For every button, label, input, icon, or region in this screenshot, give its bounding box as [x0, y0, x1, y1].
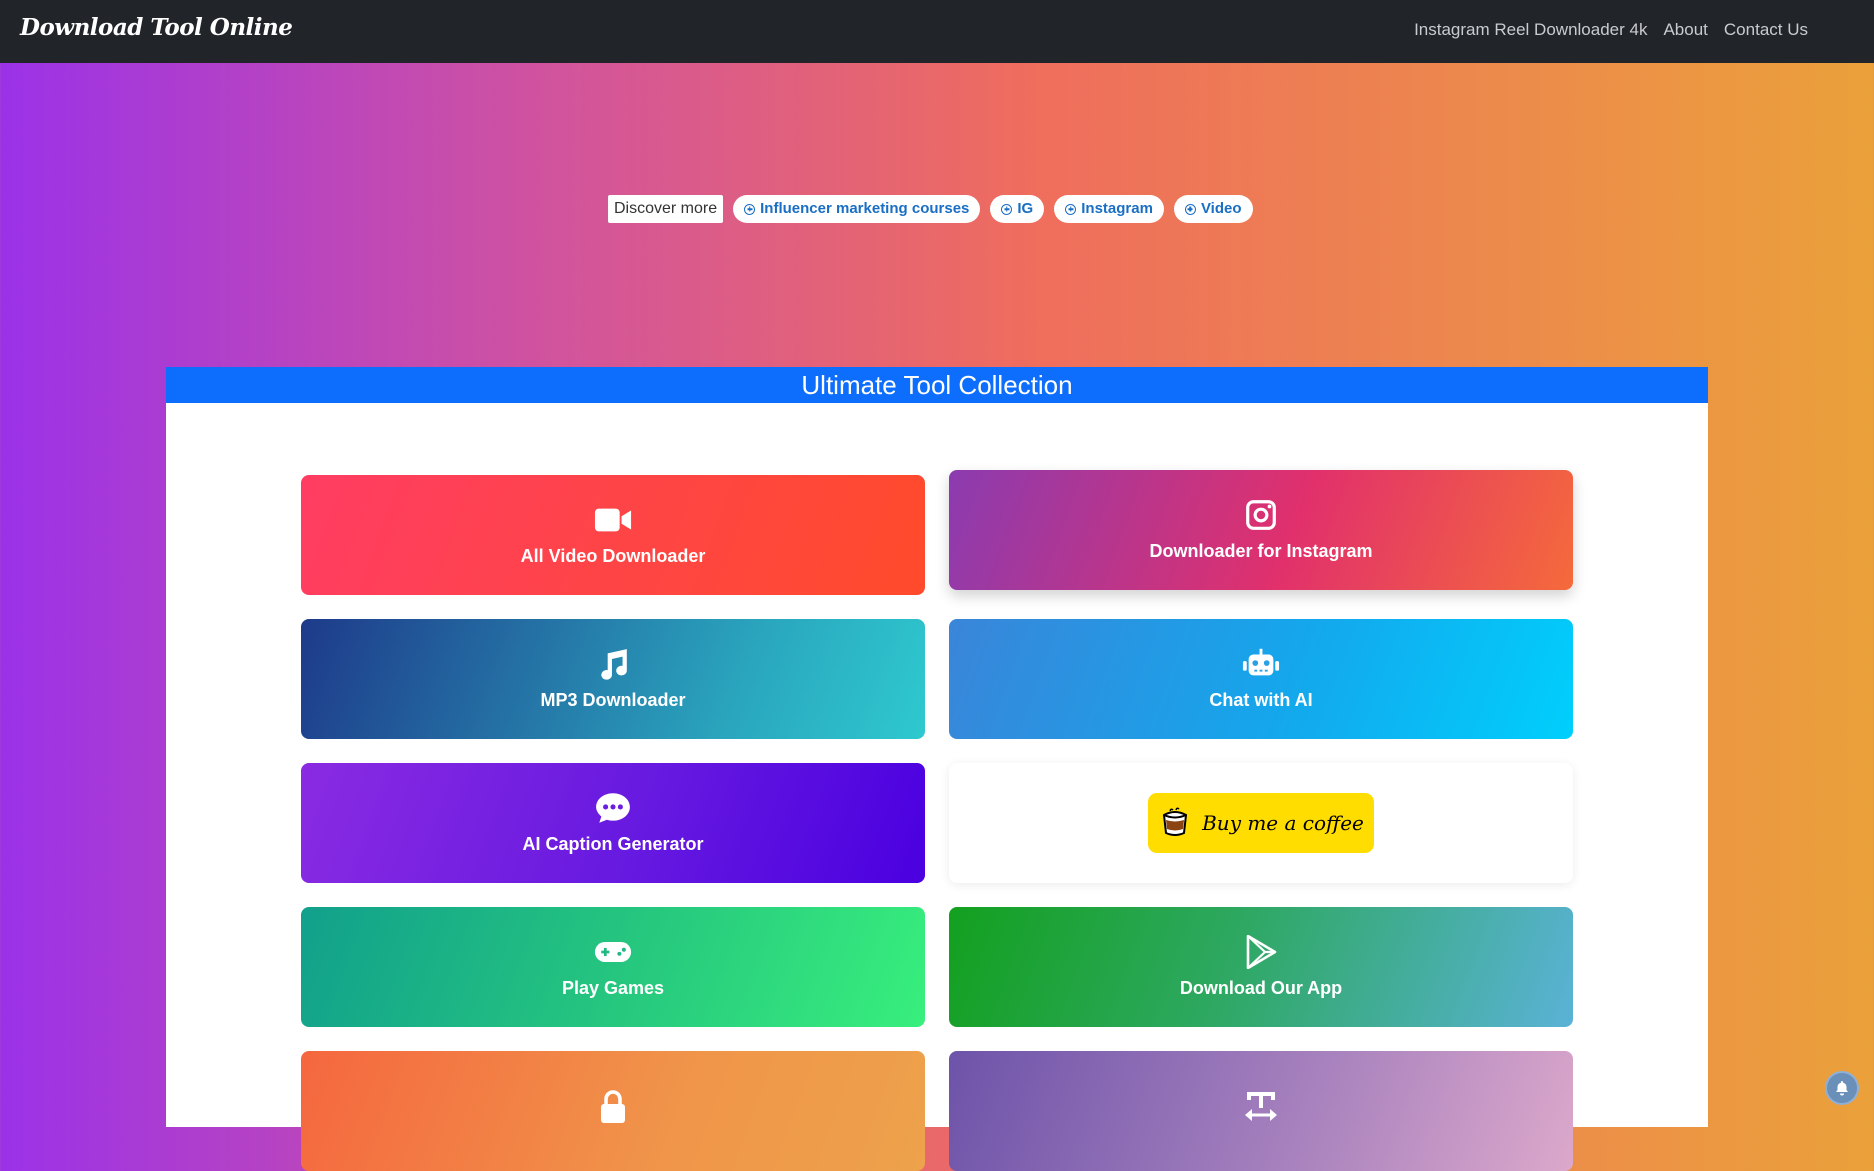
brand-logo[interactable]: Download Tool Online	[20, 14, 293, 41]
top-navbar: Download Tool Online Instagram Reel Down…	[0, 0, 1874, 63]
card-chat-with-ai[interactable]: Chat with AI	[949, 619, 1573, 739]
chip-ig[interactable]: IG	[990, 195, 1045, 223]
nav-link-reel-downloader[interactable]: Instagram Reel Downloader 4k	[1414, 20, 1647, 40]
text-width-icon	[1245, 1091, 1277, 1121]
card-text-tool[interactable]	[949, 1051, 1573, 1171]
buy-me-a-coffee-button[interactable]: Buy me a coffee	[1148, 793, 1374, 853]
panel-title: Ultimate Tool Collection	[166, 367, 1708, 403]
card-label: MP3 Downloader	[540, 690, 686, 710]
music-note-icon	[601, 649, 627, 680]
robot-icon	[1242, 648, 1280, 676]
chip-influencer-courses[interactable]: Influencer marketing courses	[733, 195, 981, 223]
plus-circle-icon	[1184, 203, 1196, 215]
chip-label: Video	[1200, 200, 1242, 217]
gamepad-icon	[594, 942, 632, 962]
card-all-video-downloader[interactable]: All Video Downloader	[301, 475, 925, 595]
plus-circle-icon	[744, 203, 756, 215]
notification-bell-button[interactable]	[1825, 1071, 1859, 1105]
lock-icon	[601, 1089, 625, 1123]
card-instagram-downloader[interactable]: Downloader for Instagram	[949, 470, 1573, 590]
card-label: Play Games	[561, 978, 665, 998]
chip-label: IG	[1017, 200, 1034, 217]
instagram-icon	[1246, 500, 1276, 530]
card-mp3-downloader[interactable]: MP3 Downloader	[301, 619, 925, 739]
video-camera-icon	[594, 508, 632, 532]
card-label: AI Caption Generator	[522, 834, 704, 854]
plus-circle-icon	[1065, 203, 1077, 215]
chip-label: Influencer marketing courses	[760, 200, 970, 217]
chat-bubble-icon	[596, 793, 630, 823]
nav-link-about[interactable]: About	[1663, 20, 1707, 40]
coffee-cup-icon	[1163, 807, 1188, 836]
chip-video[interactable]: Video	[1173, 195, 1253, 223]
chip-instagram[interactable]: Instagram	[1054, 195, 1164, 223]
discover-more-label: Discover more	[608, 195, 724, 223]
card-buy-me-a-coffee: Buy me a coffee	[949, 763, 1573, 883]
card-label: All Video Downloader	[520, 546, 706, 566]
card-ai-caption-generator[interactable]: AI Caption Generator	[301, 763, 925, 883]
tool-collection-panel: Ultimate Tool Collection All Video Downl…	[166, 367, 1708, 1171]
nav-link-contact[interactable]: Contact Us	[1724, 20, 1808, 40]
card-label: Chat with AI	[1209, 690, 1313, 710]
card-download-our-app[interactable]: Download Our App	[949, 907, 1573, 1027]
card-label: Downloader for Instagram	[1149, 541, 1373, 561]
card-lock-tool[interactable]	[301, 1051, 925, 1171]
discover-more-row: Discover more Influencer marketing cours…	[608, 195, 1253, 223]
bell-icon	[1836, 1081, 1848, 1096]
chip-label: Instagram	[1081, 200, 1153, 217]
play-store-icon	[1246, 935, 1277, 969]
card-play-games[interactable]: Play Games	[301, 907, 925, 1027]
plus-circle-icon	[1001, 203, 1013, 215]
nav-links: Instagram Reel Downloader 4k About Conta…	[1414, 20, 1808, 40]
coffee-button-label: Buy me a coffee	[1202, 811, 1364, 835]
card-label: Download Our App	[1179, 978, 1343, 998]
